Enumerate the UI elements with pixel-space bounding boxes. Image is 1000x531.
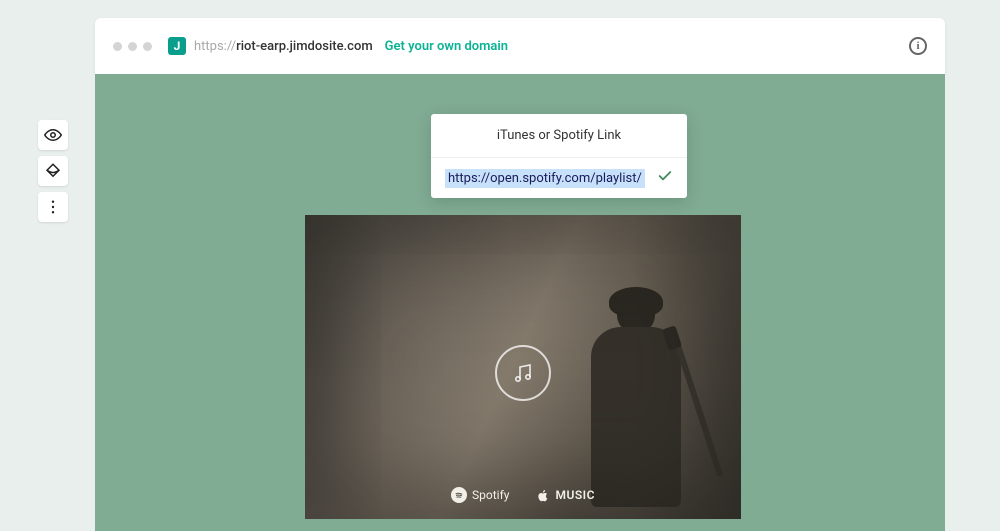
close-dot-icon[interactable] [113, 42, 122, 51]
popover-title: iTunes or Spotify Link [431, 114, 687, 158]
check-icon [657, 168, 673, 188]
music-play-icon[interactable] [495, 345, 551, 401]
apple-music-label: MUSIC [555, 488, 595, 502]
popover-body [431, 158, 687, 198]
preview-button[interactable] [38, 120, 68, 150]
music-service-logos: Spotify MUSIC [305, 487, 741, 503]
eye-icon [44, 126, 62, 144]
info-icon[interactable]: i [909, 37, 927, 55]
url-host: riot-earp.jimdosite.com [236, 39, 373, 54]
apple-icon [537, 489, 550, 502]
dots-vertical-icon [44, 198, 62, 216]
editor-toolbar [38, 120, 68, 222]
apple-music-logo: MUSIC [537, 488, 595, 502]
address-bar[interactable]: https://riot-earp.jimdosite.com [194, 39, 373, 54]
palette-icon [44, 162, 62, 180]
more-button[interactable] [38, 192, 68, 222]
url-prefix: https:// [194, 39, 236, 54]
maximize-dot-icon[interactable] [143, 42, 152, 51]
spotify-label: Spotify [472, 488, 509, 502]
minimize-dot-icon[interactable] [128, 42, 137, 51]
spotify-icon [451, 487, 467, 503]
browser-bar: J https://riot-earp.jimdosite.com Get yo… [95, 18, 945, 74]
spotify-logo: Spotify [451, 487, 509, 503]
music-link-popover: iTunes or Spotify Link [431, 114, 687, 198]
favicon-icon: J [168, 37, 186, 55]
music-block-hero[interactable]: Spotify MUSIC [305, 215, 741, 519]
music-note-icon [511, 361, 535, 385]
guitarist-silhouette [569, 293, 699, 519]
music-url-input[interactable] [445, 169, 645, 188]
design-button[interactable] [38, 156, 68, 186]
window-traffic-lights [113, 42, 152, 51]
get-domain-link[interactable]: Get your own domain [385, 39, 508, 54]
